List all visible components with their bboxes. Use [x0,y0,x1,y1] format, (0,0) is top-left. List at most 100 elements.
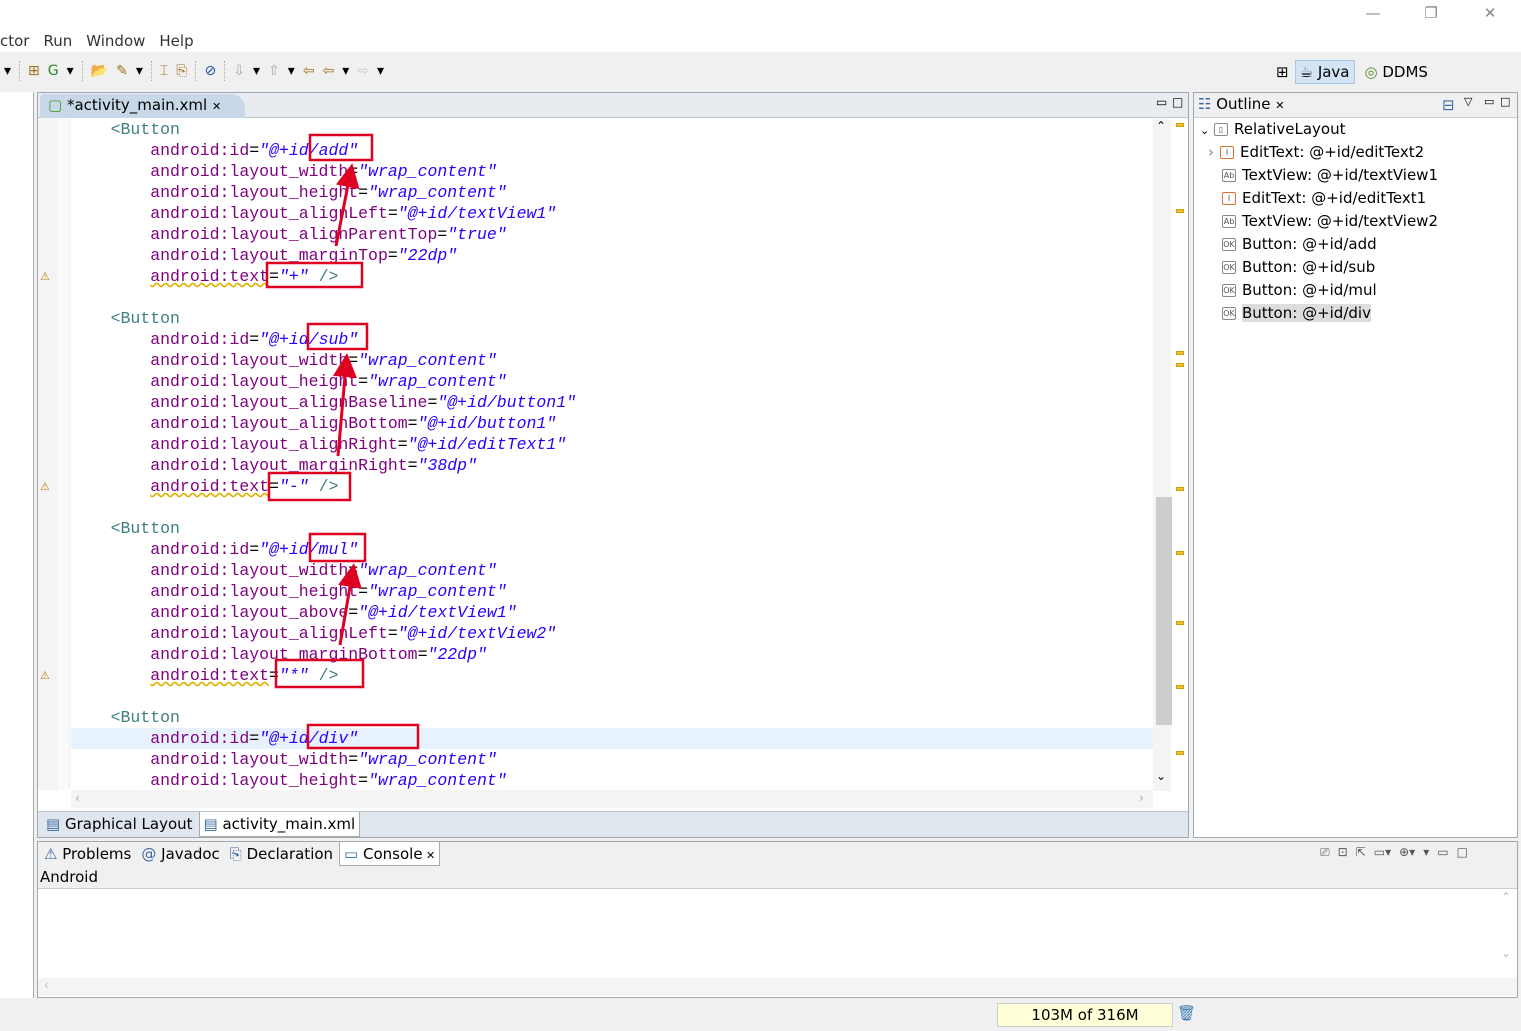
code-line[interactable]: android:text="+" /> [71,266,1153,287]
warning-icon[interactable]: ⚠ [40,480,52,493]
code-line[interactable]: android:layout_alignParentTop="true" [71,224,1153,245]
maximize-view-icon[interactable]: □ [1457,845,1468,860]
code-line[interactable]: android:id="@+id/mul" [71,539,1153,560]
warning-icon[interactable]: ⚠ [40,270,52,283]
minimize-view-icon[interactable]: ▭ [1156,95,1167,109]
dropdown-arrow-icon[interactable]: ▾ [253,63,260,79]
tab-xml-source[interactable]: ▤ activity_main.xml [198,812,361,837]
code-line[interactable]: android:layout_height="wrap_content" [71,770,1153,791]
tree-item-relativelayout[interactable]: ⌄ ▯ RelativeLayout [1200,118,1515,141]
trash-icon[interactable]: 🗑 [1177,1004,1196,1022]
open-console-icon[interactable]: ⊕▾ [1399,845,1415,860]
maximize-view-icon[interactable]: □ [1500,95,1510,108]
code-line[interactable]: android:layout_alignLeft="@+id/textView2… [71,623,1153,644]
menu-run[interactable]: Run [43,30,72,52]
dropdown-arrow-icon[interactable]: ▾ [288,63,295,79]
code-line[interactable]: android:id="@+id/sub" [71,329,1153,350]
code-line[interactable]: android:layout_marginBottom="22dp" [71,644,1153,665]
tree-item[interactable]: › I EditText: @+id/editText2 [1208,141,1515,164]
tree-item[interactable]: OK Button: @+id/mul [1222,279,1515,302]
code-line[interactable]: <Button [71,308,1153,329]
tab-activity-main-xml[interactable]: ▢ *activity_main.xml ✕ [40,94,246,118]
code-line[interactable]: android:id="@+id/add" [71,140,1153,161]
dropdown-arrow-icon[interactable]: ▾ [4,63,11,79]
tab-graphical-layout[interactable]: ▤ Graphical Layout [42,812,197,837]
code-line[interactable]: android:layout_width="wrap_content" [71,560,1153,581]
tree-item[interactable]: OK Button: @+id/add [1222,233,1515,256]
console-vertical-scrollbar[interactable]: ⌃ ⌄ [1496,890,1516,978]
java-perspective-button[interactable]: ☕ Java [1294,60,1355,84]
dropdown-arrow-icon[interactable]: ▾ [342,63,349,79]
close-button[interactable]: ✕ [1475,4,1505,26]
code-line[interactable]: android:layout_height="wrap_content" [71,182,1153,203]
ddms-perspective-button[interactable]: ◎ DDMS [1361,61,1432,83]
menu-window[interactable]: Window [86,30,145,52]
code-line[interactable]: android:layout_above="@+id/textView1" [71,602,1153,623]
minimize-view-icon[interactable]: ▭ [1484,95,1494,108]
menu-help[interactable]: Help [159,30,193,52]
restore-button[interactable]: ❐ [1416,4,1446,26]
collapse-all-icon[interactable]: ⊟ [1442,96,1455,114]
previous-annotation-icon[interactable]: ⇧ [268,63,280,79]
scroll-up-icon[interactable]: ⌃ [1156,119,1166,133]
view-menu-icon[interactable]: ▽ [1464,95,1472,108]
tab-declaration[interactable]: ⎘ Declaration [225,842,338,866]
code-line[interactable]: android:id="@+id/div" [71,728,1153,749]
scroll-down-icon[interactable]: ⌄ [1156,769,1166,783]
last-edit-icon[interactable]: ⇦ [303,63,315,79]
minimize-button[interactable]: — [1358,4,1388,26]
code-line[interactable]: android:layout_height="wrap_content" [71,371,1153,392]
forward-icon[interactable]: ⇨ [357,63,369,79]
code-line[interactable]: <Button [71,707,1153,728]
dropdown-arrow-icon[interactable]: ▾ [67,63,74,79]
vertical-scrollbar[interactable]: ⌃ ⌄ [1153,119,1172,791]
chevron-down-icon[interactable]: ⌄ [1200,124,1209,137]
open-folder-icon[interactable]: 📂 [91,63,108,79]
code-line[interactable]: android:text="*" /> [71,665,1153,686]
code-line[interactable]: <Button [71,518,1153,539]
tree-item[interactable]: OK Button: @+id/sub [1222,256,1515,279]
view-menu-icon[interactable]: ▾ [1423,845,1429,860]
back-icon[interactable]: ⇦ [322,63,334,79]
open-resource-icon[interactable]: ⎘ [176,63,187,79]
scroll-lock-icon[interactable]: ⊡ [1338,845,1348,860]
code-line[interactable] [71,686,1153,707]
maximize-view-icon[interactable]: □ [1172,95,1183,109]
code-line[interactable] [71,497,1153,518]
code-line[interactable]: android:layout_width="wrap_content" [71,350,1153,371]
code-line[interactable]: android:layout_alignBaseline="@+id/butto… [71,392,1153,413]
tab-outline[interactable]: ☷ Outline ✕ [1198,95,1285,113]
tree-item[interactable]: Ab TextView: @+id/textView1 [1222,164,1515,187]
code-line[interactable]: android:layout_height="wrap_content" [71,581,1153,602]
clear-console-icon[interactable]: ⎚ [1320,845,1330,860]
code-line[interactable]: android:layout_alignBottom="@+id/button1… [71,413,1153,434]
code-line[interactable]: android:layout_width="wrap_content" [71,161,1153,182]
display-console-icon[interactable]: ▭▾ [1374,845,1391,860]
toggle-mark-icon[interactable]: ⊘ [204,63,216,79]
new-class-icon[interactable]: G [48,63,59,79]
code-line[interactable]: android:text="-" /> [71,476,1153,497]
chevron-right-icon[interactable]: › [1208,143,1214,161]
code-line[interactable]: android:layout_alignLeft="@+id/textView1… [71,203,1153,224]
code-line[interactable]: android:layout_width="wrap_content" [71,749,1153,770]
tab-problems[interactable]: ⚠ Problems [40,842,136,866]
tree-item[interactable]: Ab TextView: @+id/textView2 [1222,210,1515,233]
minimize-view-icon[interactable]: ▭ [1437,845,1448,860]
tab-javadoc[interactable]: @ Javadoc [137,842,224,866]
scroll-thumb[interactable] [1156,497,1172,725]
pin-console-icon[interactable]: ⇱ [1356,845,1366,860]
tree-item[interactable]: I EditText: @+id/editText1 [1222,187,1515,210]
scroll-left-icon[interactable]: ‹ [75,791,80,805]
console-horizontal-scrollbar[interactable]: ‹ [38,978,1517,996]
code-area[interactable]: <Button android:id="@+id/add" android:la… [71,119,1153,791]
new-android-project-icon[interactable]: ⊞ [28,63,40,79]
close-tab-icon[interactable]: ✕ [212,100,221,113]
horizontal-scrollbar[interactable]: ‹ › [71,790,1153,808]
dropdown-arrow-icon[interactable]: ▾ [136,63,143,79]
code-line[interactable] [71,287,1153,308]
pen-icon[interactable]: ✎ [116,63,128,79]
open-perspective-icon[interactable]: ⊞ [1276,63,1289,81]
scroll-right-icon[interactable]: › [1139,791,1144,805]
code-line[interactable]: android:layout_marginTop="22dp" [71,245,1153,266]
tree-item[interactable]: OK Button: @+id/div [1222,302,1515,325]
